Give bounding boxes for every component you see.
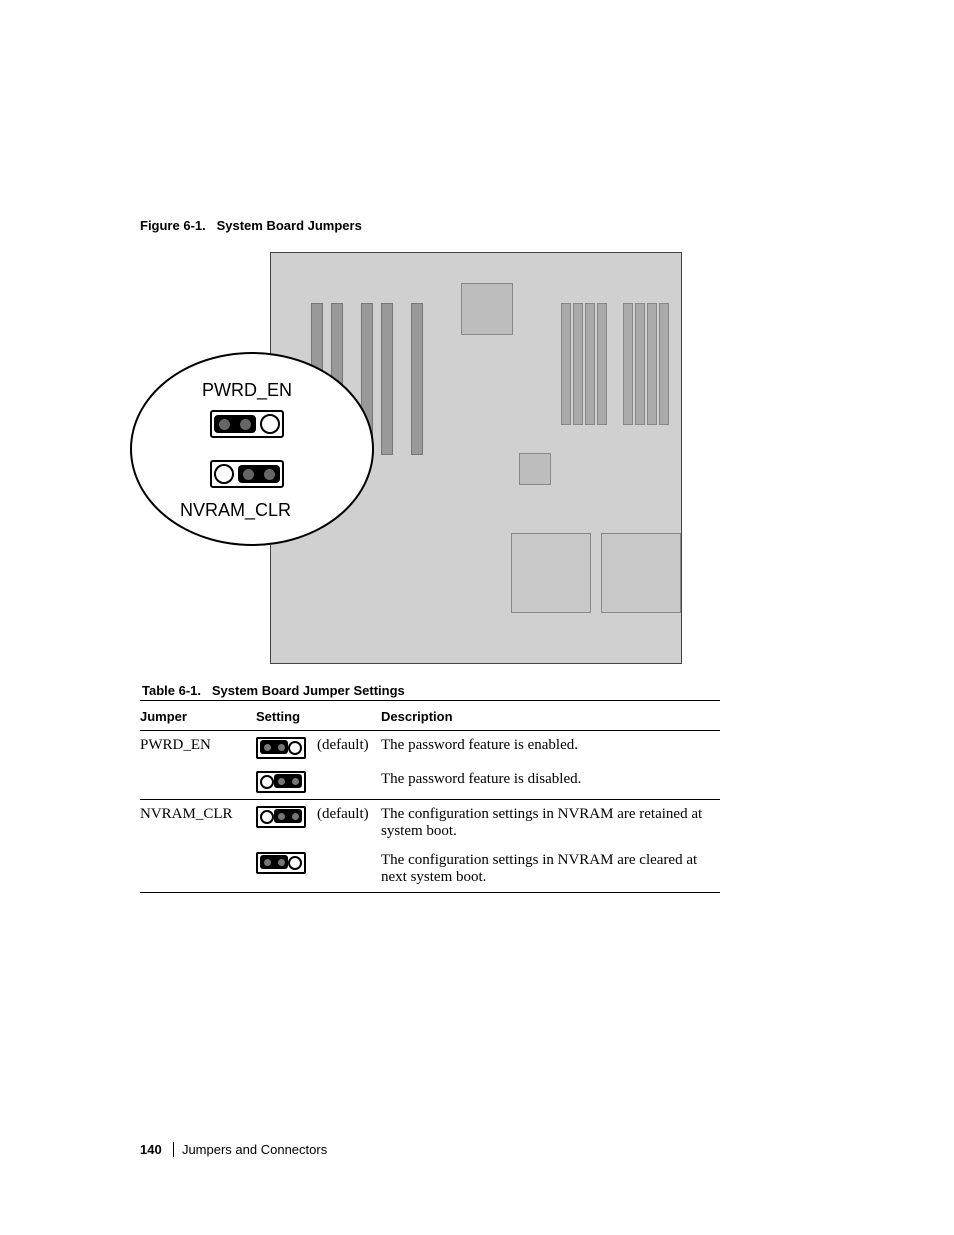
cell-jumper [140,846,256,893]
figure-caption-title: System Board Jumpers [217,218,362,233]
table-row: The password feature is disabled. [140,765,720,800]
table-header-row: Jumper Setting Description [140,701,720,731]
jumper-diagram-nvram-clr [210,460,284,488]
col-jumper: Jumper [140,701,256,731]
callout-label-nvram-clr: NVRAM_CLR [180,500,291,521]
cpu-socket-icon [511,533,591,613]
dimm-slot-icon [659,303,669,425]
dimm-slot-icon [647,303,657,425]
jumper-callout-bubble: PWRD_EN NVRAM_CLR [130,352,374,546]
chip-icon [461,283,513,335]
cell-default [317,765,381,800]
cell-jumper: NVRAM_CLR [140,800,256,847]
table-row: NVRAM_CLR (default) The configuration se… [140,800,720,847]
jumper-setting-12-icon [256,737,306,759]
jumper-pins-filled-icon [238,465,280,483]
cell-jumper: PWRD_EN [140,731,256,766]
page-footer: 140 Jumpers and Connectors [140,1142,327,1158]
jumper-diagram-pwrd-en [210,410,284,438]
page-number: 140 [140,1142,162,1157]
page: Figure 6-1. System Board Jumpers PWRD_EN [0,0,954,1235]
cell-desc: The password feature is enabled. [381,731,720,766]
figure-caption: Figure 6-1. System Board Jumpers [140,218,362,233]
pci-slot-icon [381,303,393,455]
dimm-slot-icon [561,303,571,425]
pci-slot-icon [411,303,423,455]
footer-separator-icon [173,1142,174,1157]
col-setting: Setting [256,701,317,731]
cell-setting [256,846,317,893]
jumper-setting-12-icon [256,852,306,874]
col-description: Description [381,701,720,731]
dimm-slot-icon [597,303,607,425]
dimm-slot-icon [573,303,583,425]
dimm-slot-icon [623,303,633,425]
table-caption-prefix: Table 6-1. [142,683,201,698]
table-caption-title: System Board Jumper Settings [212,683,405,698]
col-default-spacer [317,701,381,731]
cell-default: (default) [317,800,381,847]
figure-caption-prefix: Figure 6-1. [140,218,206,233]
table-row: The configuration settings in NVRAM are … [140,846,720,893]
jumper-pin-open-icon [260,414,280,434]
dimm-slot-icon [585,303,595,425]
jumper-pins-filled-icon [214,415,256,433]
cell-desc: The password feature is disabled. [381,765,720,800]
table-caption: Table 6-1. System Board Jumper Settings [142,683,405,698]
dimm-slot-icon [635,303,645,425]
cell-jumper [140,765,256,800]
cpu-socket-icon [601,533,681,613]
jumper-setting-23-icon [256,806,306,828]
board-figure: PWRD_EN NVRAM_CLR [270,252,680,662]
cell-default [317,846,381,893]
cell-setting [256,800,317,847]
jumper-settings-table: Jumper Setting Description PWRD_EN (defa… [140,700,720,893]
cell-desc: The configuration settings in NVRAM are … [381,846,720,893]
chip-icon [519,453,551,485]
jumper-setting-23-icon [256,771,306,793]
cell-setting [256,731,317,766]
cell-default: (default) [317,731,381,766]
cell-setting [256,765,317,800]
section-title: Jumpers and Connectors [182,1142,327,1157]
callout-label-pwrd-en: PWRD_EN [202,380,292,401]
table-row: PWRD_EN (default) The password feature i… [140,731,720,766]
cell-desc: The configuration settings in NVRAM are … [381,800,720,847]
jumper-pin-open-icon [214,464,234,484]
